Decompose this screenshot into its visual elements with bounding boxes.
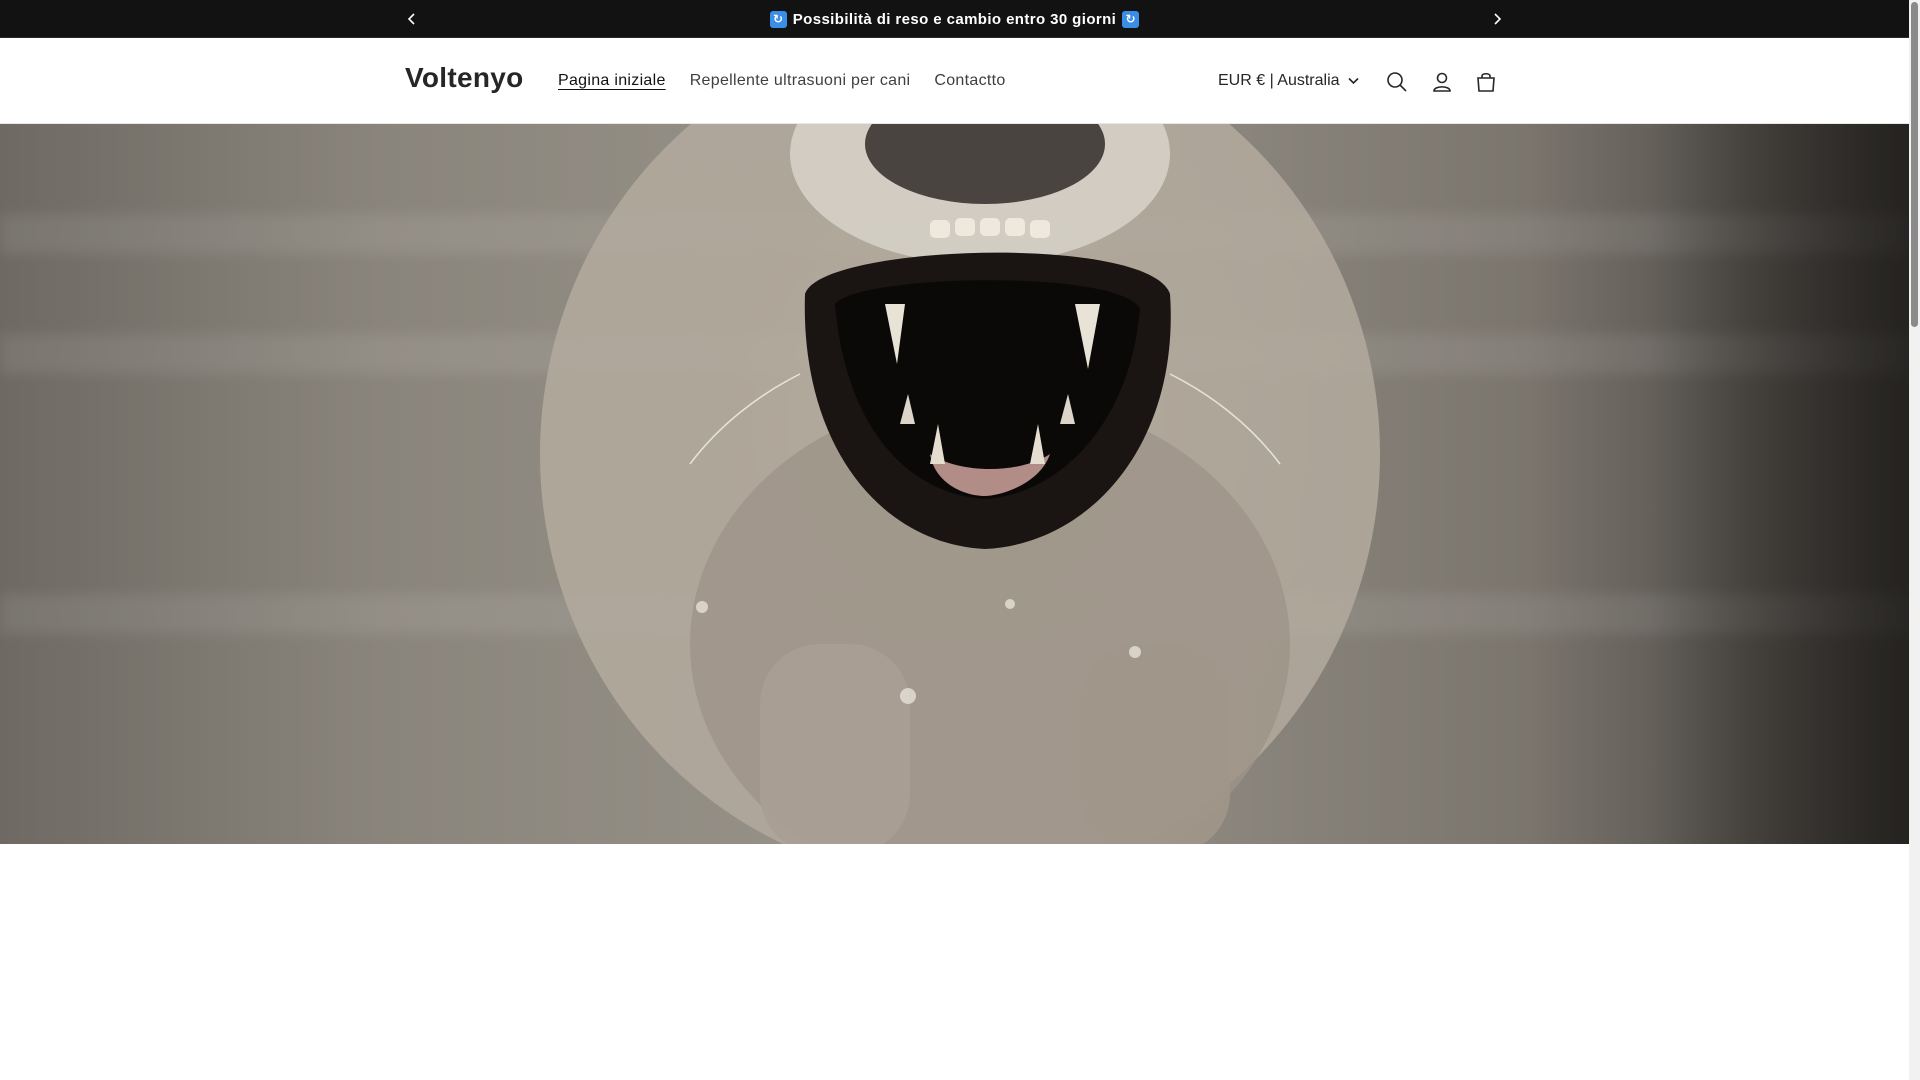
dog-muzzle-illustration: [540, 124, 1380, 844]
announcement-next-button[interactable]: [1478, 0, 1516, 38]
account-icon: [1433, 72, 1451, 92]
nav-link-ultrasonic-repellent[interactable]: Repellente ultrasuoni per cani: [678, 64, 923, 98]
store-logo[interactable]: Voltenyo: [405, 62, 524, 94]
search-icon: [1387, 72, 1407, 92]
cart-button[interactable]: [1466, 62, 1506, 102]
nav-link-home[interactable]: Pagina iniziale: [546, 64, 678, 98]
cart-icon: [1477, 72, 1495, 92]
site-header: Voltenyo Pagina iniziale Repellente ultr…: [0, 38, 1909, 124]
main-nav: Pagina iniziale Repellente ultrasuoni pe…: [546, 38, 1018, 124]
page: ↻ Possibilità di reso e cambio entro 30 …: [0, 0, 1909, 1080]
nav-link-contact[interactable]: Contactto: [922, 64, 1017, 98]
announcement-message: ↻ Possibilità di reso e cambio entro 30 …: [0, 0, 1909, 38]
announcement-bar: ↻ Possibilità di reso e cambio entro 30 …: [0, 0, 1909, 38]
scrollbar-thumb[interactable]: [1911, 2, 1918, 327]
account-button[interactable]: [1422, 62, 1462, 102]
chevron-right-icon: [1494, 13, 1502, 25]
search-button[interactable]: [1377, 62, 1417, 102]
country-currency-selector[interactable]: EUR € | Australia: [1218, 66, 1359, 96]
barking-dog-hero-image: [0, 124, 1909, 844]
chevron-down-icon: [1347, 77, 1359, 85]
refresh-emoji-icon: ↻: [1122, 10, 1140, 28]
refresh-emoji-icon: ↻: [769, 10, 787, 28]
locale-label: EUR € | Australia: [1218, 72, 1340, 89]
announcement-text: Possibilità di reso e cambio entro 30 gi…: [792, 10, 1117, 28]
page-scrollbar[interactable]: [1909, 0, 1920, 1080]
